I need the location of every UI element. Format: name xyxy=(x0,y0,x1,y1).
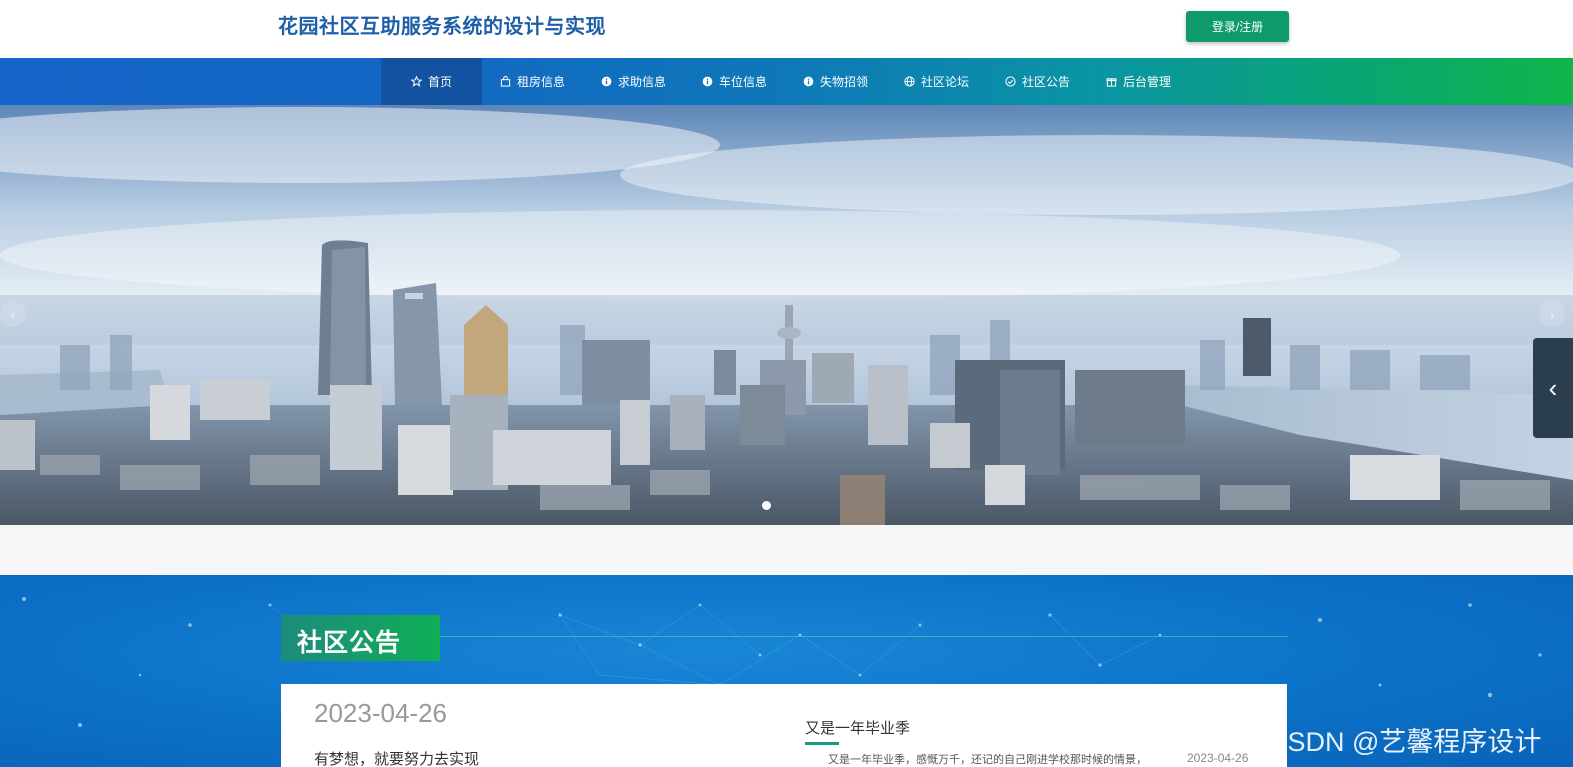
notice-title-underline xyxy=(805,742,839,745)
nav-item-home[interactable]: 首页 xyxy=(381,58,482,105)
hero-carousel: ‹ › ‹ xyxy=(0,105,1573,525)
notice-item-summary: 又是一年毕业季，感慨万千，还记的自己刚进学校那时候的情景， xyxy=(828,754,1147,766)
section-spacer xyxy=(0,525,1573,575)
info-circle-icon xyxy=(601,76,612,87)
section-title: 社区公告 xyxy=(297,629,402,657)
nav-label: 失物招领 xyxy=(819,75,868,89)
featured-notice-card[interactable]: 2023-04-26 有梦想，就要努力去实现 xyxy=(281,684,753,767)
csdn-watermark: CSDN @艺馨程序设计 xyxy=(1268,727,1542,757)
main-nav: 首页 租房信息 求助信息 车位信息 失物招领 社区论坛 社区公告 后台管理 xyxy=(381,58,1189,105)
section-title-box: 社区公告 xyxy=(281,615,440,661)
nav-item-rental[interactable]: 租房信息 xyxy=(482,58,583,105)
nav-label: 车位信息 xyxy=(718,75,767,89)
nav-item-forum[interactable]: 社区论坛 xyxy=(886,58,987,105)
nav-item-notice[interactable]: 社区公告 xyxy=(987,58,1088,105)
nav-label: 首页 xyxy=(427,75,452,89)
site-title: 花园社区互助服务系统的设计与实现 xyxy=(278,16,606,38)
carousel-next-arrow[interactable]: › xyxy=(1539,301,1565,327)
featured-notice-date: 2023-04-26 xyxy=(314,698,447,728)
check-circle-icon xyxy=(1005,76,1016,87)
nav-label: 租房信息 xyxy=(516,75,565,89)
nav-label: 后台管理 xyxy=(1122,75,1171,89)
main-nav-bar: 首页 租房信息 求助信息 车位信息 失物招领 社区论坛 社区公告 后台管理 xyxy=(0,58,1573,105)
globe-icon xyxy=(904,76,915,87)
bag-icon xyxy=(500,76,511,87)
notice-item-title[interactable]: 又是一年毕业季 xyxy=(805,717,910,738)
city-skyline-image xyxy=(0,105,1573,525)
nav-label: 社区公告 xyxy=(1021,75,1070,89)
notice-list-card: 又是一年毕业季 又是一年毕业季，感慨万千，还记的自己刚进学校那时候的情景， 20… xyxy=(753,684,1287,767)
nav-item-lost-found[interactable]: 失物招领 xyxy=(785,58,886,105)
nav-item-help[interactable]: 求助信息 xyxy=(583,58,684,105)
info-circle-icon xyxy=(803,76,814,87)
notice-item-date: 2023-04-26 xyxy=(1187,751,1249,765)
gift-icon xyxy=(1106,76,1117,87)
section-divider xyxy=(440,636,1288,637)
top-header: 花园社区互助服务系统的设计与实现 登录/注册 xyxy=(0,0,1573,58)
nav-item-admin[interactable]: 后台管理 xyxy=(1088,58,1189,105)
side-panel-toggle[interactable]: ‹ xyxy=(1533,338,1573,438)
nav-item-parking[interactable]: 车位信息 xyxy=(684,58,785,105)
info-circle-icon xyxy=(702,76,713,87)
star-icon xyxy=(410,76,422,87)
carousel-dot[interactable] xyxy=(762,501,771,510)
nav-label: 社区论坛 xyxy=(920,75,969,89)
featured-notice-text: 有梦想，就要努力去实现 xyxy=(314,751,480,767)
carousel-prev-arrow[interactable]: ‹ xyxy=(0,301,26,327)
login-register-button[interactable]: 登录/注册 xyxy=(1186,11,1289,42)
nav-label: 求助信息 xyxy=(617,75,666,89)
